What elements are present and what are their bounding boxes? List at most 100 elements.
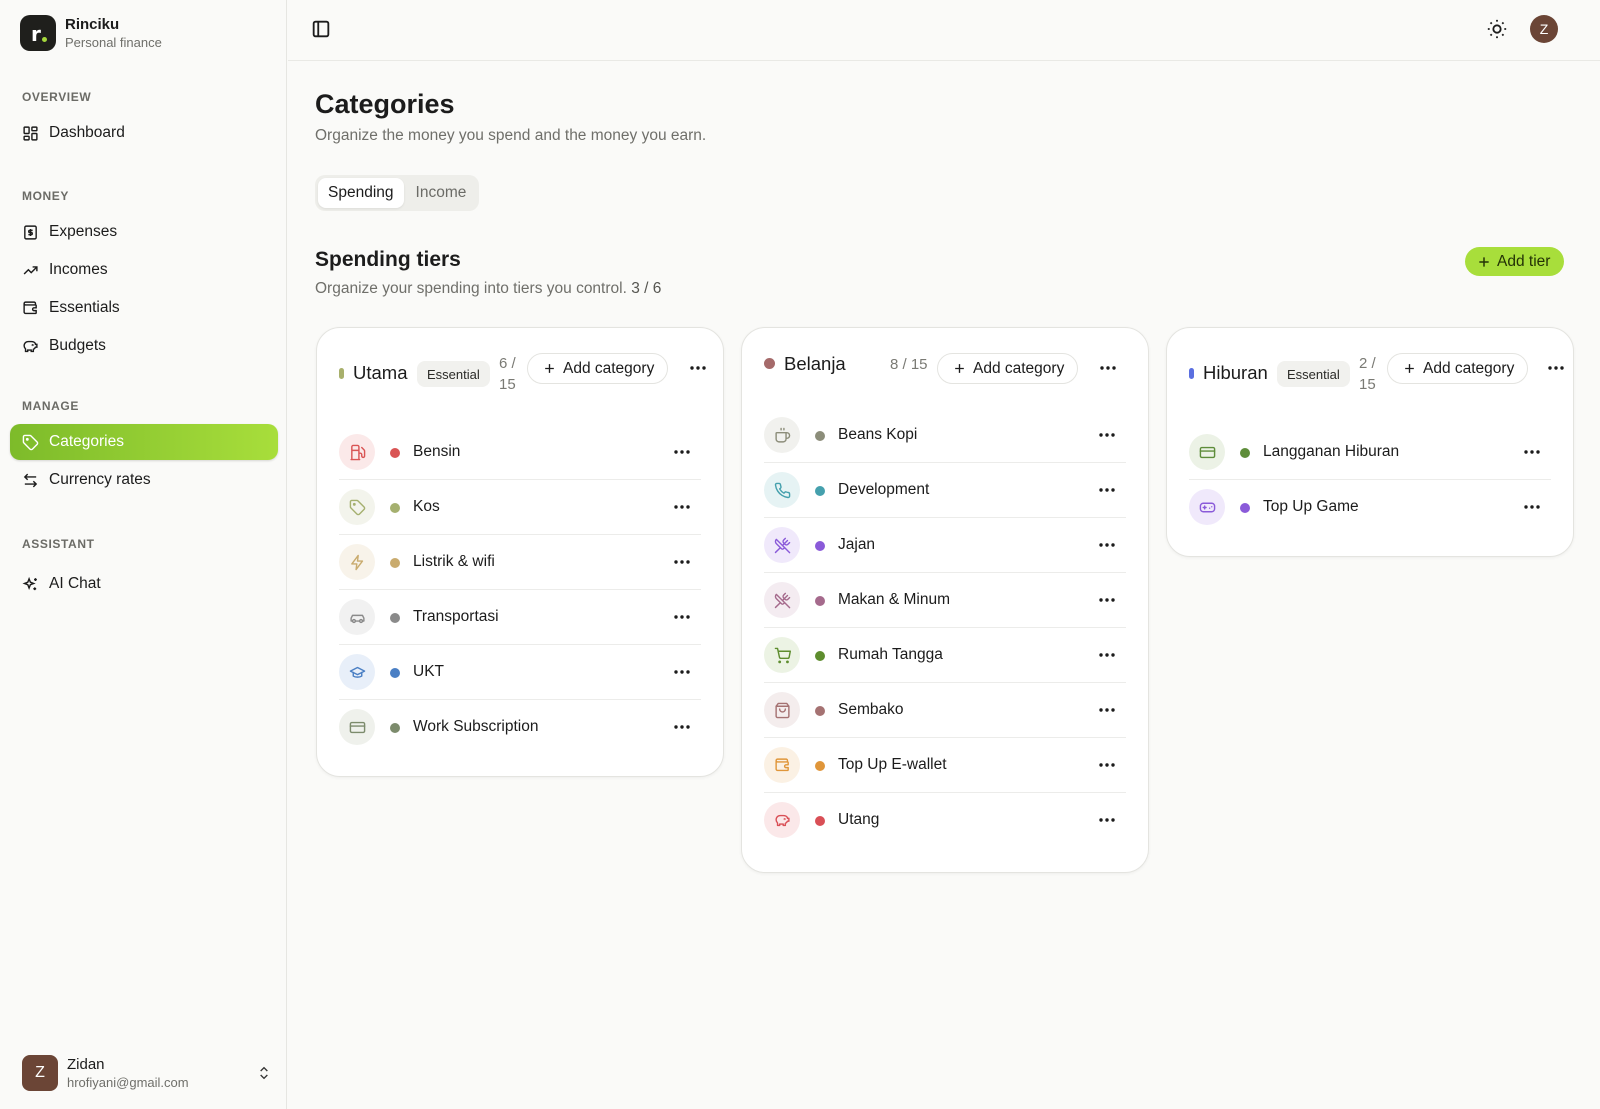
category-row[interactable]: Bensin: [339, 425, 701, 480]
tier-color-marker: [1189, 368, 1194, 379]
sidebar-item-ai-chat[interactable]: AI Chat: [10, 566, 278, 602]
category-color-dot: [815, 431, 825, 441]
sidebar-item-dashboard[interactable]: Dashboard: [10, 115, 278, 151]
category-row[interactable]: Utang: [764, 793, 1126, 848]
category-icon-badge: [1189, 434, 1225, 470]
category-more-button[interactable]: [1096, 534, 1118, 556]
brand-name: Rinciku: [65, 16, 120, 33]
tier-count: 3 / 6: [631, 280, 662, 297]
user-menu[interactable]: Z Zidan hrofiyani@gmail.com: [22, 1054, 272, 1092]
category-more-button[interactable]: [1521, 496, 1543, 518]
category-color-dot: [815, 816, 825, 826]
category-row[interactable]: Top Up E-wallet: [764, 738, 1126, 793]
category-more-button[interactable]: [671, 716, 693, 738]
tab-spending[interactable]: Spending: [318, 178, 404, 208]
sidebar: r Rinciku Personal finance OVERVIEW Dash…: [0, 0, 287, 1109]
brand[interactable]: r Rinciku Personal finance: [20, 15, 162, 51]
more-horizontal-icon: [1100, 366, 1116, 370]
coffee-icon: [774, 427, 790, 443]
more-horizontal-icon: [1099, 653, 1115, 657]
category-more-button[interactable]: [1096, 589, 1118, 611]
category-more-button[interactable]: [671, 496, 693, 518]
more-horizontal-icon: [1524, 505, 1540, 509]
sidebar-item-incomes[interactable]: Incomes: [10, 252, 278, 288]
category-row[interactable]: Sembako: [764, 683, 1126, 738]
category-row[interactable]: Development: [764, 463, 1126, 518]
tier-more-button[interactable]: [1545, 357, 1567, 379]
category-row[interactable]: Langganan Hiburan: [1189, 425, 1551, 480]
category-color-dot: [390, 448, 400, 458]
category-more-button[interactable]: [1096, 754, 1118, 776]
more-horizontal-icon: [1099, 818, 1115, 822]
piggy-bank-icon: [774, 814, 790, 826]
category-more-button[interactable]: [1096, 809, 1118, 831]
category-more-button[interactable]: [1096, 644, 1118, 666]
category-icon-badge: [1189, 489, 1225, 525]
sidebar-item-currency-rates[interactable]: Currency rates: [10, 462, 278, 498]
category-row[interactable]: Rumah Tangga: [764, 628, 1126, 683]
topbar-avatar[interactable]: Z: [1530, 15, 1558, 43]
category-color-dot: [390, 613, 400, 623]
sidebar-item-label: Incomes: [49, 261, 108, 278]
gamepad-icon: [1199, 502, 1215, 512]
category-row[interactable]: Transportasi: [339, 590, 701, 645]
category-more-button[interactable]: [1096, 479, 1118, 501]
arrow-left-right-icon: [23, 473, 38, 487]
more-horizontal-icon: [674, 615, 690, 619]
tier-name[interactable]: Belanja: [784, 353, 846, 375]
sidebar-item-expenses[interactable]: Expenses: [10, 214, 278, 250]
add-category-label: Add category: [973, 359, 1065, 377]
category-more-button[interactable]: [1096, 424, 1118, 446]
category-row[interactable]: Kos: [339, 480, 701, 535]
trending-up-icon: [23, 265, 38, 275]
sidebar-item-essentials[interactable]: Essentials: [10, 290, 278, 326]
phone-icon: [774, 482, 790, 498]
category-row[interactable]: Jajan: [764, 518, 1126, 573]
more-horizontal-icon: [1099, 543, 1115, 547]
category-more-button[interactable]: [1521, 441, 1543, 463]
category-row[interactable]: Beans Kopi: [764, 408, 1126, 463]
category-row[interactable]: Top Up Game: [1189, 480, 1551, 535]
category-list: Bensin Kos Listrik & wifi Transportasi UKT Wo…: [339, 425, 701, 755]
category-row[interactable]: Work Subscription: [339, 700, 701, 755]
tier-more-button[interactable]: [1097, 357, 1119, 379]
sidebar-item-budgets[interactable]: Budgets: [10, 328, 278, 364]
tier-count: 8 / 15: [890, 356, 928, 373]
category-name: Bensin: [413, 443, 461, 460]
sidebar-toggle-button[interactable]: [310, 18, 332, 40]
sidebar-item-label: AI Chat: [49, 575, 101, 592]
theme-toggle-button[interactable]: [1486, 18, 1508, 40]
category-more-button[interactable]: [671, 441, 693, 463]
brand-logo: r: [20, 15, 56, 51]
category-icon-badge: [339, 489, 375, 525]
category-color-dot: [390, 558, 400, 568]
add-category-button[interactable]: Add category: [1387, 353, 1529, 384]
category-more-button[interactable]: [671, 551, 693, 573]
tier-count-bottom: 15: [1359, 376, 1376, 393]
tab-income[interactable]: Income: [406, 178, 477, 208]
category-row[interactable]: Makan & Minum: [764, 573, 1126, 628]
tier-more-button[interactable]: [687, 357, 709, 379]
category-row[interactable]: Listrik & wifi: [339, 535, 701, 590]
tier-name[interactable]: Hiburan: [1203, 362, 1268, 384]
category-name: Listrik & wifi: [413, 553, 495, 570]
plus-icon: [1405, 364, 1414, 373]
add-category-label: Add category: [563, 359, 655, 377]
add-tier-button[interactable]: Add tier: [1465, 247, 1565, 276]
category-more-button[interactable]: [671, 661, 693, 683]
section-title: Spending tiers: [315, 248, 461, 271]
category-row[interactable]: UKT: [339, 645, 701, 700]
category-color-dot: [815, 486, 825, 496]
nav-section-overview: OVERVIEW: [22, 90, 92, 104]
tier-name[interactable]: Utama: [353, 362, 408, 384]
sidebar-item-categories[interactable]: Categories: [10, 424, 278, 460]
add-category-button[interactable]: Add category: [937, 353, 1079, 384]
tier-card-utama: Utama Essential 6 / 15 Add category Bens…: [316, 327, 724, 777]
tier-header: Utama Essential 6 / 15 Add category: [317, 328, 723, 408]
category-more-button[interactable]: [671, 606, 693, 628]
category-color-dot: [390, 723, 400, 733]
add-category-button[interactable]: Add category: [527, 353, 669, 384]
category-color-dot: [1240, 503, 1250, 513]
category-more-button[interactable]: [1096, 699, 1118, 721]
more-horizontal-icon: [1099, 488, 1115, 492]
